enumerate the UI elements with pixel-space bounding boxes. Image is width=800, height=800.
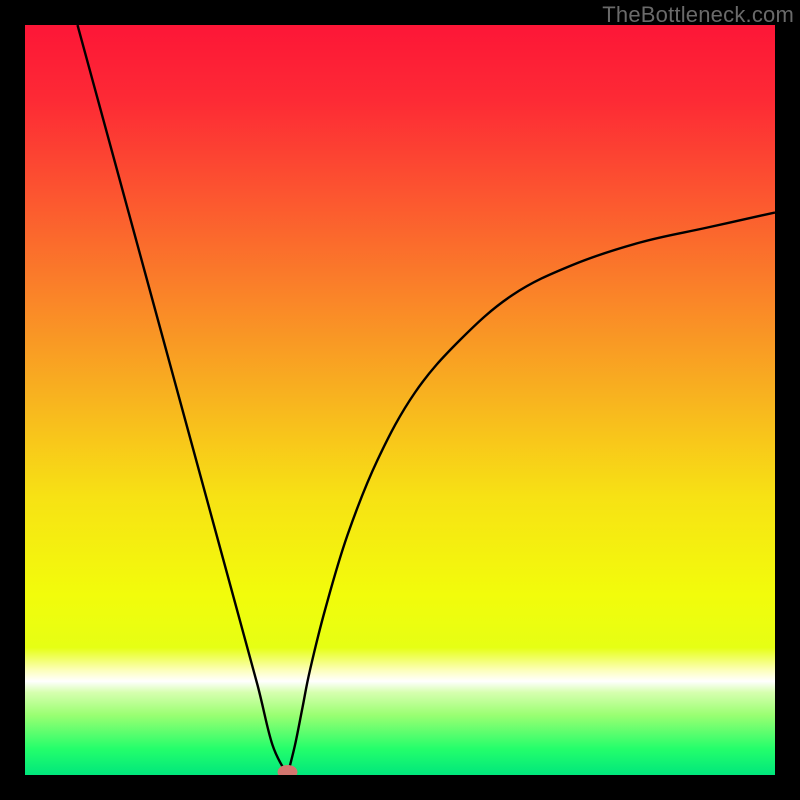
chart-frame: TheBottleneck.com	[0, 0, 800, 800]
gradient-background	[25, 25, 775, 775]
watermark-text: TheBottleneck.com	[602, 2, 794, 28]
bottleneck-chart	[25, 25, 775, 775]
